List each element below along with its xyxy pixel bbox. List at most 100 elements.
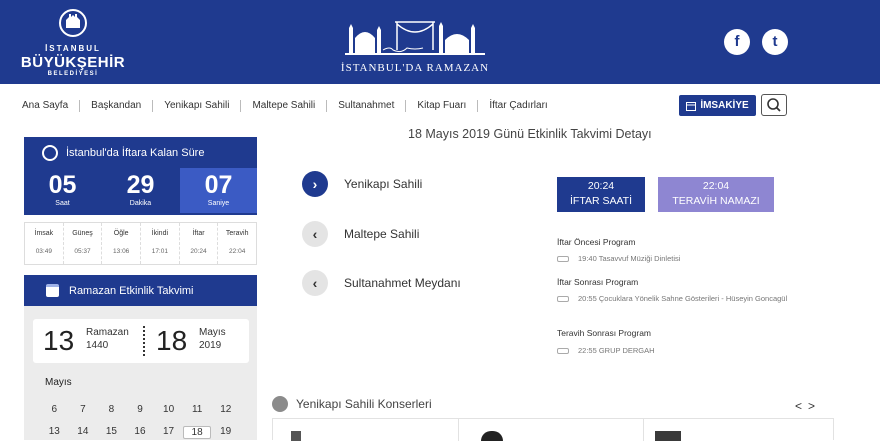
istanbulda-ramazan-logo[interactable]: İSTANBUL'DA RAMAZAN bbox=[330, 10, 500, 76]
search-button[interactable] bbox=[761, 94, 787, 116]
gregorian-month: Mayıs bbox=[199, 327, 226, 338]
nav-item-sultanahmet[interactable]: Sultanahmet bbox=[327, 100, 407, 112]
program-item: 19:40 Tasavvuf Müziği Dinletisi bbox=[557, 253, 680, 264]
prayer-time-ogle: Öğle 13:06 bbox=[102, 223, 142, 264]
venue-yenikapi[interactable]: › Yenikapı Sahili bbox=[302, 171, 422, 197]
prayer-time-teravih: Teravih 22:04 bbox=[218, 223, 256, 264]
prayer-time-value: 05:37 bbox=[74, 248, 91, 255]
gregorian-year: 2019 bbox=[199, 340, 222, 351]
prayer-times-table: İmsak 03:49 Güneş 05:37 Öğle 13:06 İkindi 17… bbox=[24, 222, 257, 265]
prayer-time-value: 17:01 bbox=[151, 248, 168, 255]
imsakiye-label: İMSAKİYE bbox=[700, 100, 749, 111]
nav-item-maltepe-sahili[interactable]: Maltepe Sahili bbox=[241, 100, 328, 112]
prayer-name: Teravih bbox=[225, 230, 249, 237]
prayer-time-ikindi: İkindi 17:01 bbox=[141, 223, 180, 264]
countdown-minutes: 29 Dakika bbox=[102, 168, 179, 213]
chevron-left-icon: ‹ bbox=[302, 221, 328, 247]
ticket-icon bbox=[557, 256, 569, 262]
search-icon bbox=[767, 98, 781, 112]
calendar-day[interactable]: 12 bbox=[211, 404, 240, 415]
nav-item-baskandan[interactable]: Başkandan bbox=[80, 100, 154, 112]
calendar-day[interactable]: 10 bbox=[154, 404, 183, 415]
hijri-year: 1440 bbox=[86, 340, 109, 351]
calendar-day[interactable]: 8 bbox=[97, 404, 126, 415]
venue-label: Sultanahmet Meydanı bbox=[344, 276, 461, 290]
calendar-day[interactable]: 13 bbox=[40, 426, 69, 439]
venue-maltepe[interactable]: ‹ Maltepe Sahili bbox=[302, 221, 419, 247]
venue-label: Maltepe Sahili bbox=[344, 227, 420, 241]
countdown-hours: 05 Saat bbox=[24, 168, 101, 213]
hijri-month: Ramazan bbox=[86, 327, 129, 338]
calendar-week-row: 13 14 15 16 17 18 19 bbox=[40, 426, 240, 439]
countdown-seconds-label: Saniye bbox=[207, 200, 230, 207]
calendar-day[interactable]: 17 bbox=[154, 426, 183, 439]
program-item-text: 19:40 Tasavvuf Müziği Dinletisi bbox=[578, 254, 681, 263]
microphone-icon bbox=[272, 396, 288, 412]
prayer-time-value: 03:49 bbox=[35, 248, 52, 255]
prayer-name: Öğle bbox=[113, 230, 129, 237]
nav-item-iftar-cadirlari[interactable]: İftar Çadırları bbox=[478, 100, 558, 112]
twitter-icon[interactable]: t bbox=[762, 29, 788, 55]
calendar-day[interactable]: 9 bbox=[126, 404, 155, 415]
ticket-icon bbox=[557, 296, 569, 302]
prayer-time-iftar: İftar 20:24 bbox=[180, 223, 219, 264]
card-divider bbox=[458, 419, 459, 441]
gregorian-day: 18 bbox=[156, 325, 188, 356]
countdown-hours-label: Saat bbox=[55, 200, 70, 207]
page-title: 18 Mayıs 2019 Günü Etkinlik Takvimi Deta… bbox=[408, 127, 652, 141]
program-item: 20:55 Çocuklara Yönelik Sahne Gösteriler… bbox=[557, 293, 797, 304]
calendar-day[interactable]: 7 bbox=[69, 404, 98, 415]
calendar-day[interactable]: 15 bbox=[97, 426, 126, 439]
teravih-time-label: TERAVİH NAMAZI bbox=[672, 195, 760, 207]
date-separator bbox=[143, 326, 145, 356]
prayer-time-value: 13:06 bbox=[113, 248, 130, 255]
prayer-name: İkindi bbox=[151, 230, 169, 237]
chevron-left-icon: ‹ bbox=[302, 270, 328, 296]
hijri-day: 13 bbox=[43, 325, 75, 356]
prayer-name: Güneş bbox=[72, 230, 93, 237]
prayer-time-gunes: Güneş 05:37 bbox=[64, 223, 103, 264]
nav-item-kitap-fuari[interactable]: Kitap Fuarı bbox=[406, 100, 479, 112]
venue-label: Yenikapı Sahili bbox=[344, 177, 423, 191]
calendar-day[interactable]: 11 bbox=[183, 404, 212, 415]
ibb-logo-line2: BÜYÜKŞEHİR bbox=[20, 54, 126, 71]
concerts-carousel-nav: <> bbox=[795, 399, 821, 413]
chevron-right-icon: › bbox=[302, 171, 328, 197]
ticket-icon bbox=[557, 348, 569, 354]
nav-item-ana-sayfa[interactable]: Ana Sayfa bbox=[22, 100, 81, 112]
countdown-seconds-value: 07 bbox=[204, 171, 233, 199]
teravih-time-value: 22:04 bbox=[702, 180, 730, 192]
concerts-carousel bbox=[272, 418, 834, 441]
calendar-day[interactable]: 14 bbox=[69, 426, 98, 439]
ibb-logo[interactable]: İSTANBUL BÜYÜKŞEHİR BELEDİYESİ bbox=[18, 6, 128, 80]
prayer-time-value: 20:24 bbox=[190, 248, 207, 255]
calendar-day-selected[interactable]: 18 bbox=[182, 426, 212, 439]
countdown-minutes-label: Dakika bbox=[129, 200, 152, 207]
iftar-time-label: İFTAR SAATİ bbox=[569, 195, 633, 207]
calendar-day[interactable]: 16 bbox=[126, 426, 155, 439]
concerts-section-title: Yenikapı Sahili Konserleri bbox=[272, 396, 432, 412]
calendar-week-row: 6 7 8 9 10 11 12 bbox=[40, 404, 240, 415]
facebook-icon[interactable]: f bbox=[724, 29, 750, 55]
carousel-next-button[interactable]: > bbox=[808, 399, 821, 413]
prayer-name: İftar bbox=[192, 230, 205, 237]
nav-item-yenikapi-sahili[interactable]: Yenikapı Sahili bbox=[153, 100, 242, 112]
program-item: 22:55 GRUP DERGAH bbox=[557, 345, 655, 356]
program-heading: Teravih Sonrası Program bbox=[557, 328, 652, 338]
concerts-title-text: Yenikapı Sahili Konserleri bbox=[296, 397, 432, 411]
countdown-header: İstanbul'da İftara Kalan Süre bbox=[24, 137, 257, 168]
imsakiye-button[interactable]: İMSAKİYE bbox=[679, 95, 756, 116]
countdown-title: İstanbul'da İftara Kalan Süre bbox=[66, 146, 205, 159]
countdown-seconds: 07 Saniye bbox=[180, 168, 257, 213]
calendar-day[interactable]: 19 bbox=[211, 426, 240, 439]
ibb-logo-line3: BELEDİYESİ bbox=[47, 71, 99, 77]
venue-sultanahmet[interactable]: ‹ Sultanahmet Meydanı bbox=[302, 270, 461, 296]
ibb-logo-line1: İSTANBUL bbox=[45, 44, 101, 53]
event-calendar-header: Ramazan Etkinlik Takvimi bbox=[24, 275, 257, 306]
header-bar: İSTANBUL BÜYÜKŞEHİR BELEDİYESİ İSTANBUL'… bbox=[0, 0, 880, 84]
carousel-prev-button[interactable]: < bbox=[795, 399, 808, 413]
ibb-emblem-icon bbox=[59, 9, 87, 37]
iftar-countdown: İstanbul'da İftara Kalan Süre 05 Saat 29… bbox=[24, 137, 257, 215]
calendar-day[interactable]: 6 bbox=[40, 404, 69, 415]
calendar-month-label: Mayıs bbox=[45, 377, 72, 388]
